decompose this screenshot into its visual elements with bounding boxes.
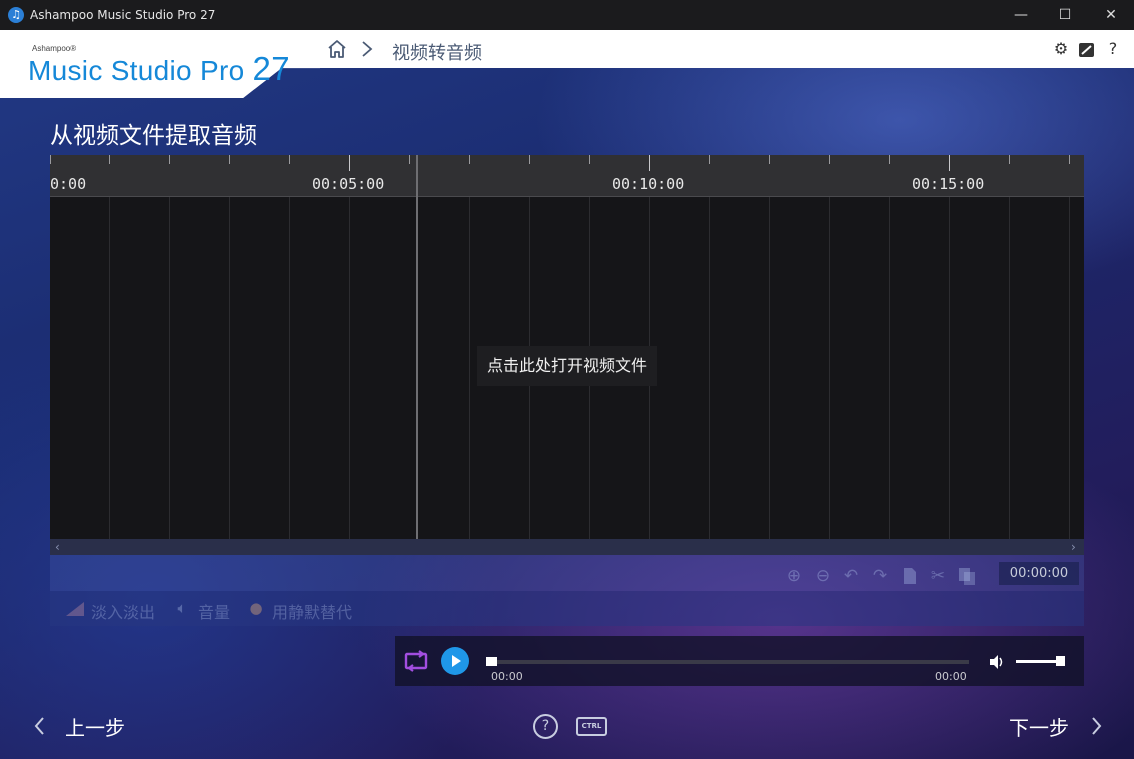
- ruler-tick: [109, 155, 110, 164]
- back-chevron-icon[interactable]: [32, 714, 48, 738]
- ruler-tick: [529, 155, 530, 164]
- current-time: 00:00: [491, 670, 523, 683]
- grid-line: [1009, 197, 1010, 539]
- seek-thumb[interactable]: [486, 657, 497, 666]
- timeline-scrollbar[interactable]: ‹ ›: [50, 539, 1084, 555]
- ruler-tick: [229, 155, 230, 164]
- grid-line: [829, 197, 830, 539]
- undo-icon[interactable]: ↶: [840, 565, 862, 587]
- ruler-label: 00:15:00: [912, 175, 985, 193]
- close-button[interactable]: ✕: [1088, 0, 1134, 30]
- ruler-tick: [589, 155, 590, 164]
- ruler-label: 0:00: [50, 175, 87, 193]
- grid-line: [289, 197, 290, 539]
- ruler-label: 00:05:00: [312, 175, 385, 193]
- ruler-tick: [1069, 155, 1070, 164]
- minimize-button[interactable]: —: [998, 0, 1044, 30]
- zoom-in-icon[interactable]: ⊕: [783, 565, 805, 587]
- total-time: 00:00: [935, 670, 967, 683]
- grid-line: [889, 197, 890, 539]
- ruler-tick: [949, 155, 950, 171]
- cut-icon[interactable]: ✂: [927, 565, 949, 587]
- ruler-tick: [709, 155, 710, 164]
- ruler-tick: [1009, 155, 1010, 164]
- redo-icon[interactable]: ↷: [869, 565, 891, 587]
- next-chevron-icon[interactable]: [1088, 714, 1104, 738]
- help-button[interactable]: ?: [533, 714, 558, 739]
- ruler-tick: [169, 155, 170, 164]
- ruler-tick: [649, 155, 650, 171]
- play-icon: [452, 655, 461, 667]
- grid-line: [769, 197, 770, 539]
- grid-line: [169, 197, 170, 539]
- grid-line: [349, 197, 350, 539]
- volume-small-icon: 🔈︎: [177, 599, 187, 617]
- silence-action[interactable]: 用静默替代: [272, 599, 352, 623]
- seek-bar[interactable]: [486, 660, 969, 664]
- fade-action[interactable]: 淡入淡出: [91, 599, 155, 623]
- ruler-label: 00:10:00: [612, 175, 685, 193]
- window-titlebar: ♫ Ashampoo Music Studio Pro 27 — ☐ ✕: [0, 0, 1134, 30]
- grid-line: [109, 197, 110, 539]
- ruler-tick: [889, 155, 890, 164]
- volume-action[interactable]: 音量: [198, 599, 230, 623]
- time-ruler[interactable]: 0:00 00:05:00 00:10:00 00:15:00: [50, 155, 1084, 197]
- app-music-icon: ♫: [8, 7, 24, 23]
- open-video-file-button[interactable]: 点击此处打开视频文件: [477, 346, 657, 386]
- help-icon[interactable]: ?: [1104, 40, 1122, 58]
- grid-line: [709, 197, 710, 539]
- loop-icon[interactable]: [404, 650, 428, 672]
- zoom-out-icon[interactable]: ⊖: [812, 565, 834, 587]
- grid-line: [949, 197, 950, 539]
- grid-line: [469, 197, 470, 539]
- play-button[interactable]: [441, 647, 469, 675]
- grid-line: [229, 197, 230, 539]
- copy-icon[interactable]: [899, 565, 921, 587]
- gear-icon[interactable]: ⚙: [1052, 40, 1070, 58]
- ruler-tick: [409, 155, 410, 164]
- scroll-right-icon[interactable]: ›: [1071, 539, 1076, 555]
- breadcrumb-current: 视频转音频: [392, 43, 482, 64]
- logo: Music Studio Pro 27: [28, 50, 290, 88]
- fade-icon: [66, 602, 84, 616]
- ruler-tick: [349, 155, 350, 171]
- edit-icon[interactable]: [1078, 41, 1096, 59]
- grid-line: [1069, 197, 1070, 539]
- playhead[interactable]: [416, 155, 418, 539]
- volume-icon[interactable]: [988, 653, 1006, 671]
- paste-icon[interactable]: [956, 565, 978, 587]
- timecode-display: 00:00:00: [999, 562, 1079, 585]
- home-icon[interactable]: [326, 38, 348, 60]
- ctrl-key-icon[interactable]: CTRL: [576, 717, 607, 736]
- volume-thumb[interactable]: [1056, 656, 1065, 666]
- breadcrumb-chevron-icon: [362, 41, 373, 57]
- ruler-tick: [50, 155, 51, 164]
- ruler-tick: [469, 155, 470, 164]
- next-button[interactable]: 下一步: [1009, 712, 1069, 741]
- window-title: Ashampoo Music Studio Pro 27: [30, 8, 216, 22]
- silence-icon: ●: [249, 599, 263, 617]
- maximize-button[interactable]: ☐: [1042, 0, 1088, 30]
- ruler-tick: [769, 155, 770, 164]
- logo-version: 27: [252, 50, 290, 87]
- ruler-tick: [829, 155, 830, 164]
- logo-name: Music Studio Pro: [28, 55, 245, 86]
- ruler-tick: [289, 155, 290, 164]
- back-button[interactable]: 上一步: [65, 712, 125, 741]
- page-title: 从视频文件提取音频: [50, 123, 257, 149]
- scroll-left-icon[interactable]: ‹: [55, 539, 60, 555]
